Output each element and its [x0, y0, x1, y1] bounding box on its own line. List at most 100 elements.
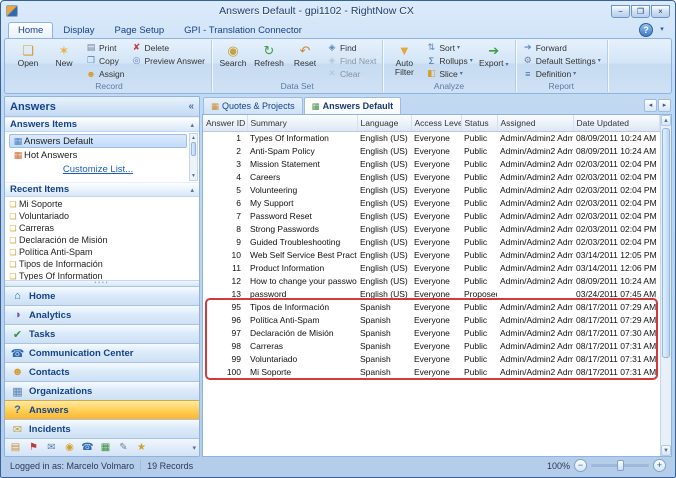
table-row[interactable]: 12How to change your passwordEnglish (US…	[203, 274, 660, 287]
ribbon-button-copy[interactable]: ❐Copy	[82, 54, 128, 67]
column-header-status[interactable]: Status	[461, 115, 497, 131]
scroll-up-icon[interactable]: ▲	[190, 134, 197, 142]
table-row[interactable]: 10Web Self Service Best PracticesEnglish…	[203, 248, 660, 261]
scroll-down-icon[interactable]: ▼	[661, 445, 671, 456]
zoom-slider-thumb[interactable]	[617, 460, 624, 471]
table-row[interactable]: 5VolunteeringEnglish (US)EveryonePublicA…	[203, 183, 660, 196]
ribbon-button-export[interactable]: ➔Export▾	[476, 40, 512, 81]
ribbon-button-find-next[interactable]: ◈Find Next	[323, 54, 379, 67]
table-row[interactable]: 11Product InformationEnglish (US)Everyon…	[203, 261, 660, 274]
tab-scroll-left-icon[interactable]: ◂	[644, 99, 657, 112]
recent-item-carreras[interactable]: ❏Carreras	[7, 222, 197, 234]
sidebar-item-answers-default[interactable]: ▦Answers Default	[9, 134, 187, 148]
ribbon-tab-page-setup[interactable]: Page Setup	[105, 22, 175, 38]
scroll-down-icon[interactable]: ▼	[190, 172, 197, 180]
vertical-scrollbar[interactable]: ▲ ▼	[660, 115, 671, 456]
sidebar-item-hot-answers[interactable]: ▦Hot Answers	[9, 148, 187, 162]
ribbon-tab-gpi-translation-connector[interactable]: GPI - Translation Connector	[174, 22, 312, 38]
ribbon-button-reset[interactable]: ↶Reset	[287, 40, 323, 81]
column-header-answer-id[interactable]: Answer ID	[203, 115, 247, 131]
maximize-button[interactable]: ❐	[631, 5, 650, 18]
table-row[interactable]: 2Anti-Spam PolicyEnglish (US)EveryonePub…	[203, 144, 660, 157]
table-row[interactable]: 8Strong PasswordsEnglish (US)EveryonePub…	[203, 222, 660, 235]
column-header-access-level[interactable]: Access Level	[411, 115, 461, 131]
ribbon-tab-home[interactable]: Home	[8, 22, 53, 38]
table-row[interactable]: 98CarrerasSpanishEveryonePublicAdmin/Adm…	[203, 339, 660, 352]
nav-button-answers[interactable]: ?Answers	[5, 400, 199, 419]
ribbon-button-preview-answer[interactable]: ◎Preview Answer	[128, 54, 208, 67]
sidebar-scrollbar[interactable]: ▲ ▼	[189, 133, 198, 181]
ribbon-button-auto-filter[interactable]: ▼Auto Filter	[386, 40, 422, 81]
table-row[interactable]: 7Password ResetEnglish (US)EveryonePubli…	[203, 209, 660, 222]
ribbon-button-sort[interactable]: ⇅Sort▾	[422, 41, 475, 54]
ribbon-button-definition[interactable]: ≡Definition▾	[519, 67, 604, 80]
answers-items-section-header[interactable]: Answers Items ▴	[5, 117, 199, 132]
table-row[interactable]: 13passwordEnglish (US)EveryoneProposed03…	[203, 287, 660, 300]
table-row[interactable]: 4CareersEnglish (US)EveryonePublicAdmin/…	[203, 170, 660, 183]
ribbon-button-default-settings[interactable]: ⚙Default Settings▾	[519, 54, 604, 67]
table-row[interactable]: 96Política Anti-SpamSpanishEveryonePubli…	[203, 313, 660, 326]
minimize-button[interactable]: −	[611, 5, 630, 18]
nav-button-communication-center[interactable]: ☎Communication Center	[5, 343, 199, 362]
grid-icon[interactable]: ▦	[98, 442, 113, 453]
table-row[interactable]: 100Mi SoporteSpanishEveryonePublicAdmin/…	[203, 365, 660, 378]
ribbon-button-refresh[interactable]: ↻Refresh	[251, 40, 287, 81]
star-icon[interactable]: ★	[134, 442, 149, 453]
help-icon[interactable]: ?	[639, 23, 653, 37]
nav-button-incidents[interactable]: ✉Incidents	[5, 419, 199, 438]
table-row[interactable]: 97Declaración de MisiónSpanishEveryonePu…	[203, 326, 660, 339]
target-icon[interactable]: ◉	[62, 442, 77, 453]
ribbon-button-print[interactable]: ▤Print	[82, 41, 128, 54]
recent-items-section-header[interactable]: Recent Items ▴	[5, 182, 199, 197]
ribbon-button-delete[interactable]: ✘Delete	[128, 41, 208, 54]
nav-button-tasks[interactable]: ✔Tasks	[5, 324, 199, 343]
ribbon-tab-display[interactable]: Display	[53, 22, 104, 38]
recent-item-voluntariado[interactable]: ❏Voluntariado	[7, 210, 197, 222]
tab-quotes-projects[interactable]: ▦Quotes & Projects	[203, 97, 303, 114]
zoom-in-icon[interactable]: +	[653, 459, 666, 472]
table-row[interactable]: 1Types Of InformationEnglish (US)Everyon…	[203, 131, 660, 144]
pencil-icon[interactable]: ✎	[116, 442, 131, 453]
customize-list-link[interactable]: Customize List...	[9, 164, 187, 175]
ribbon-button-slice[interactable]: ◧Slice▾	[422, 67, 475, 80]
scrollbar-thumb[interactable]	[191, 142, 196, 156]
zoom-slider[interactable]	[591, 464, 649, 467]
table-row[interactable]: 3Mission StatementEnglish (US)EveryonePu…	[203, 157, 660, 170]
nav-button-analytics[interactable]: ◑Analytics	[5, 305, 199, 324]
close-button[interactable]: ×	[651, 5, 670, 18]
scroll-up-icon[interactable]: ▲	[661, 115, 671, 126]
ribbon-button-find[interactable]: ◈Find	[323, 41, 379, 54]
tab-answers-default[interactable]: ▦Answers Default	[304, 97, 402, 114]
nav-button-contacts[interactable]: ☻Contacts	[5, 362, 199, 381]
column-header-language[interactable]: Language	[357, 115, 411, 131]
zoom-out-icon[interactable]: −	[574, 459, 587, 472]
recent-item-declaraci-n-de-misi-n[interactable]: ❏Declaración de Misión	[7, 234, 197, 246]
ribbon-button-clear[interactable]: ✕Clear	[323, 67, 379, 80]
column-header-date-updated[interactable]: Date Updated	[573, 115, 660, 131]
recent-item-mi-soporte[interactable]: ❏Mi Soporte	[7, 198, 197, 210]
ribbon-button-rollups[interactable]: ΣRollups▾	[422, 54, 475, 67]
chevron-up-icon[interactable]: ▴	[190, 121, 194, 129]
collapse-sidebar-icon[interactable]: «	[188, 101, 194, 112]
table-row[interactable]: 99VoluntariadoSpanishEveryonePublicAdmin…	[203, 352, 660, 365]
recent-item-pol-tica-anti-spam[interactable]: ❏Política Anti-Spam	[7, 246, 197, 258]
table-row[interactable]: 9Guided TroubleshootingEnglish (US)Every…	[203, 235, 660, 248]
chevron-down-icon[interactable]: ▾	[656, 24, 668, 36]
column-header-summary[interactable]: Summary	[247, 115, 357, 131]
recent-item-types-of-information[interactable]: ❏Types Of Information	[7, 270, 197, 280]
scrollbar-track[interactable]	[661, 126, 671, 445]
flag-icon[interactable]: ⚑	[26, 442, 41, 453]
nav-button-organizations[interactable]: ▦Organizations	[5, 381, 199, 400]
ribbon-button-forward[interactable]: ➔Forward	[519, 41, 604, 54]
tab-scroll-right-icon[interactable]: ▸	[658, 99, 671, 112]
ribbon-button-search[interactable]: ◉Search	[215, 40, 251, 81]
nav-button-home[interactable]: ⌂Home	[5, 286, 199, 305]
ribbon-button-assign[interactable]: ☻Assign	[82, 67, 128, 80]
table-row[interactable]: 6My SupportEnglish (US)EveryonePublicAdm…	[203, 196, 660, 209]
chevron-up-icon[interactable]: ▴	[190, 186, 194, 194]
table-row[interactable]: 95Tipos de InformaciónSpanishEveryonePub…	[203, 300, 660, 313]
ribbon-button-new[interactable]: ✶New	[46, 40, 82, 81]
mail-icon[interactable]: ✉	[44, 442, 59, 453]
scrollbar-thumb[interactable]	[662, 128, 670, 358]
recent-item-tipos-de-informaci-n[interactable]: ❏Tipos de Información	[7, 258, 197, 270]
